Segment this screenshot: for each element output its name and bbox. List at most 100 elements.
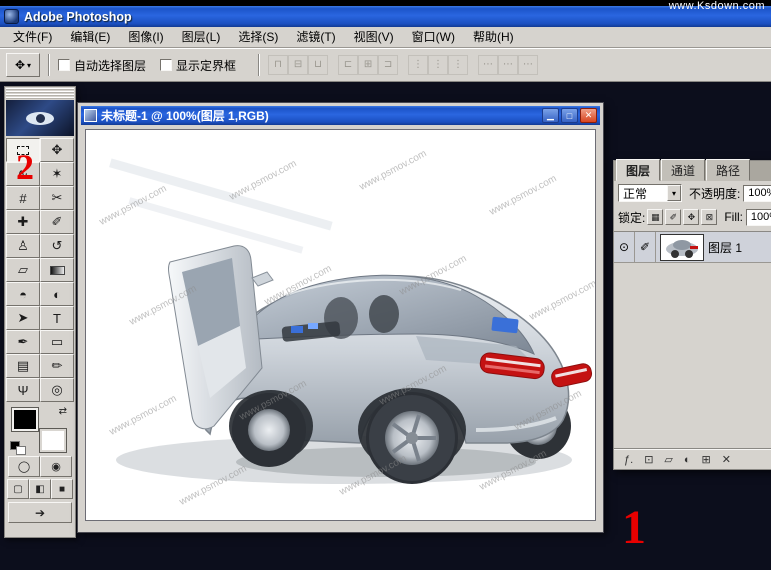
fill-field[interactable]: 100%: [746, 208, 771, 226]
tool-clone-stamp[interactable]: ♙: [6, 234, 40, 258]
opacity-field[interactable]: 100%: [743, 184, 771, 202]
layer-name[interactable]: 图层 1: [708, 239, 742, 256]
distribute-bottom-button[interactable]: ⋮: [448, 55, 469, 75]
palette-tabs: 图层 通道 路径: [614, 159, 771, 181]
move-tool-icon: ✥: [14, 58, 26, 72]
tool-magic-wand[interactable]: ✶: [40, 162, 74, 186]
show-bounding-box-label[interactable]: 显示定界框: [176, 57, 236, 74]
document-canvas[interactable]: www.psmov.com www.psmov.com www.psmov.co…: [85, 129, 596, 521]
toolbox-palette: ✥ ∿ ✶ # ✂ ✚ ✐ ♙ ↺ ▱ ◓ ◐ ➤ T ✒ ▭ ▤ ✏ Ψ ◎: [4, 86, 76, 538]
tool-history-brush[interactable]: ↺: [40, 234, 74, 258]
tab-paths[interactable]: 路径: [706, 159, 751, 181]
tool-pen[interactable]: ✒: [6, 330, 40, 354]
layer-style-icon[interactable]: ƒ.: [624, 454, 633, 466]
tab-layers[interactable]: 图层: [616, 159, 661, 181]
jump-to-imageready-button[interactable]: ➔: [8, 502, 72, 523]
visibility-eye-icon[interactable]: ⊙: [614, 231, 635, 263]
tool-slice[interactable]: ✂: [40, 186, 74, 210]
move-icon: ✥: [51, 142, 63, 157]
lock-all-icon[interactable]: ⊠: [701, 209, 718, 225]
tool-type[interactable]: T: [40, 306, 74, 330]
hand-icon: Ψ: [17, 382, 29, 398]
align-vcenter-button[interactable]: ⊟: [288, 55, 309, 75]
site-watermark: www.Ksdown.com: [668, 0, 765, 12]
app-titlebar[interactable]: Adobe Photoshop: [0, 6, 771, 27]
tool-dodge[interactable]: ◐: [40, 282, 74, 306]
delete-layer-icon[interactable]: ✕: [722, 453, 731, 466]
document-titlebar[interactable]: 未标题-1 @ 100%(图层 1,RGB) ▁ □ ✕: [81, 106, 600, 125]
menu-select[interactable]: 选择(S): [229, 27, 287, 47]
chevron-down-icon[interactable]: ▾: [667, 185, 681, 201]
tool-notes[interactable]: ▤: [6, 354, 40, 378]
distribute-hcenter-button[interactable]: ⋯: [498, 55, 519, 75]
lock-position-icon[interactable]: ✥: [683, 209, 700, 225]
swap-colors-icon[interactable]: ⇄: [59, 406, 67, 417]
tool-preset-picker[interactable]: ✥ ▾: [6, 53, 40, 77]
lock-transparency-icon[interactable]: ▦: [647, 209, 664, 225]
distribute-top-button[interactable]: ⋮: [408, 55, 429, 75]
fullscreen-button[interactable]: ■: [51, 479, 73, 499]
layer-mask-icon[interactable]: ⊡: [644, 453, 653, 466]
menu-file[interactable]: 文件(F): [4, 27, 61, 47]
fullscreen-menubar-button[interactable]: ◧: [29, 479, 51, 499]
default-colors-icon[interactable]: [11, 442, 25, 454]
tool-blur[interactable]: ◓: [6, 282, 40, 306]
distribute-buttons-group: ⋮ ⋮ ⋮: [408, 55, 469, 75]
menu-filter[interactable]: 滤镜(T): [287, 27, 344, 47]
lock-fill-row: 锁定: ▦ ✐ ✥ ⊠ Fill: 100%: [614, 205, 771, 229]
layer-row[interactable]: ⊙ ✐ 图层 1: [614, 231, 771, 263]
menu-edit[interactable]: 编辑(E): [61, 27, 119, 47]
distribute-right-button[interactable]: ⋯: [518, 55, 539, 75]
align-right-button[interactable]: ⊐: [378, 55, 399, 75]
toolbox-grip[interactable]: [6, 88, 74, 99]
lock-pixels-icon[interactable]: ✐: [665, 209, 682, 225]
tool-path-selection[interactable]: ➤: [6, 306, 40, 330]
standard-screen-button[interactable]: ▢: [7, 479, 29, 499]
layer-thumbnail[interactable]: [660, 233, 704, 261]
background-color-swatch[interactable]: [40, 429, 66, 452]
tool-gradient[interactable]: [40, 258, 74, 282]
blend-opacity-row: 正常 ▾ 不透明度: 100%: [614, 181, 771, 205]
new-layer-icon[interactable]: ⊞: [702, 453, 711, 466]
align-bottom-button[interactable]: ⊔: [308, 55, 329, 75]
standard-mode-button[interactable]: ◯: [8, 456, 40, 477]
align-top-button[interactable]: ⊓: [268, 55, 289, 75]
auto-select-layer-checkbox[interactable]: 自动选择图层: [58, 57, 146, 74]
align-left-button[interactable]: ⊏: [338, 55, 359, 75]
distribute-left-button[interactable]: ⋯: [478, 55, 499, 75]
close-button[interactable]: ✕: [580, 108, 597, 123]
menu-help[interactable]: 帮助(H): [464, 27, 523, 47]
auto-select-layer-label[interactable]: 自动选择图层: [74, 57, 146, 74]
tool-hand[interactable]: Ψ: [6, 378, 40, 402]
align-hcenter-button[interactable]: ⊞: [358, 55, 379, 75]
tool-move[interactable]: ✥: [40, 138, 74, 162]
checkbox-box[interactable]: [58, 59, 70, 71]
menu-layer[interactable]: 图层(L): [173, 27, 230, 47]
checkbox-box[interactable]: [160, 59, 173, 71]
menu-window[interactable]: 窗口(W): [403, 27, 464, 47]
document-icon: [84, 109, 97, 122]
tool-zoom[interactable]: ◎: [40, 378, 74, 402]
tool-eyedropper[interactable]: ✏: [40, 354, 74, 378]
tool-crop[interactable]: #: [6, 186, 40, 210]
tool-custom-shape[interactable]: ▭: [40, 330, 74, 354]
menu-view[interactable]: 视图(V): [345, 27, 403, 47]
annotation-step-2: 2: [16, 147, 34, 187]
quick-mask-mode-button[interactable]: ◉: [40, 456, 72, 477]
tool-brush[interactable]: ✐: [40, 210, 74, 234]
blur-icon: ◓: [19, 286, 27, 302]
maximize-button[interactable]: □: [561, 108, 578, 123]
adjustment-layer-icon[interactable]: ◐: [684, 454, 691, 466]
tab-channels[interactable]: 通道: [661, 159, 706, 181]
tool-healing-brush[interactable]: ✚: [6, 210, 40, 234]
menu-image[interactable]: 图像(I): [119, 27, 172, 47]
tool-eraser[interactable]: ▱: [6, 258, 40, 282]
edit-brush-icon[interactable]: ✐: [635, 231, 656, 263]
new-set-icon[interactable]: ▱: [664, 453, 672, 466]
foreground-color-swatch[interactable]: [12, 408, 38, 431]
show-bounding-box-checkbox[interactable]: 显示定界框: [160, 57, 236, 74]
minimize-button[interactable]: ▁: [542, 108, 559, 123]
distribute-vcenter-button[interactable]: ⋮: [428, 55, 449, 75]
blend-mode-select[interactable]: 正常 ▾: [618, 184, 682, 202]
clone-stamp-icon: ♙: [17, 238, 29, 253]
